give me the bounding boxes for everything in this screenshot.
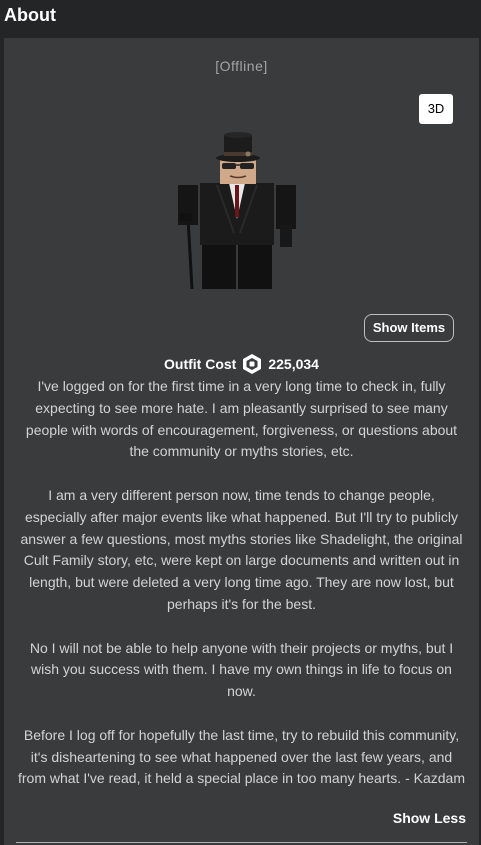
about-paragraph: I am a very different person now, time t… (20, 486, 463, 612)
robux-icon (243, 354, 262, 374)
show-less-link[interactable]: Show Less (393, 810, 466, 826)
about-paragraph: No I will not be able to help anyone wit… (29, 639, 454, 700)
outfit-cost: Outfit Cost 225,034 (4, 353, 479, 375)
outfit-cost-label: Outfit Cost (164, 356, 237, 372)
about-paragraph: Before I log off for hopefully the last … (17, 726, 465, 787)
toggle-3d-button[interactable]: 3D (419, 94, 453, 124)
divider (16, 842, 467, 843)
about-paragraph: I've logged on for the first time in a v… (25, 378, 458, 460)
show-items-button[interactable]: Show Items (364, 314, 454, 342)
section-title: About (4, 5, 56, 25)
about-header: About (0, 0, 481, 34)
avatar-image (178, 132, 296, 290)
outfit-cost-value: 225,034 (268, 356, 319, 372)
about-description: I've logged on for the first time in a v… (16, 376, 467, 790)
presence-status: [Offline] (215, 58, 268, 74)
about-panel: [Offline] 3D Show Items Outfit Cost 225,… (4, 38, 479, 845)
